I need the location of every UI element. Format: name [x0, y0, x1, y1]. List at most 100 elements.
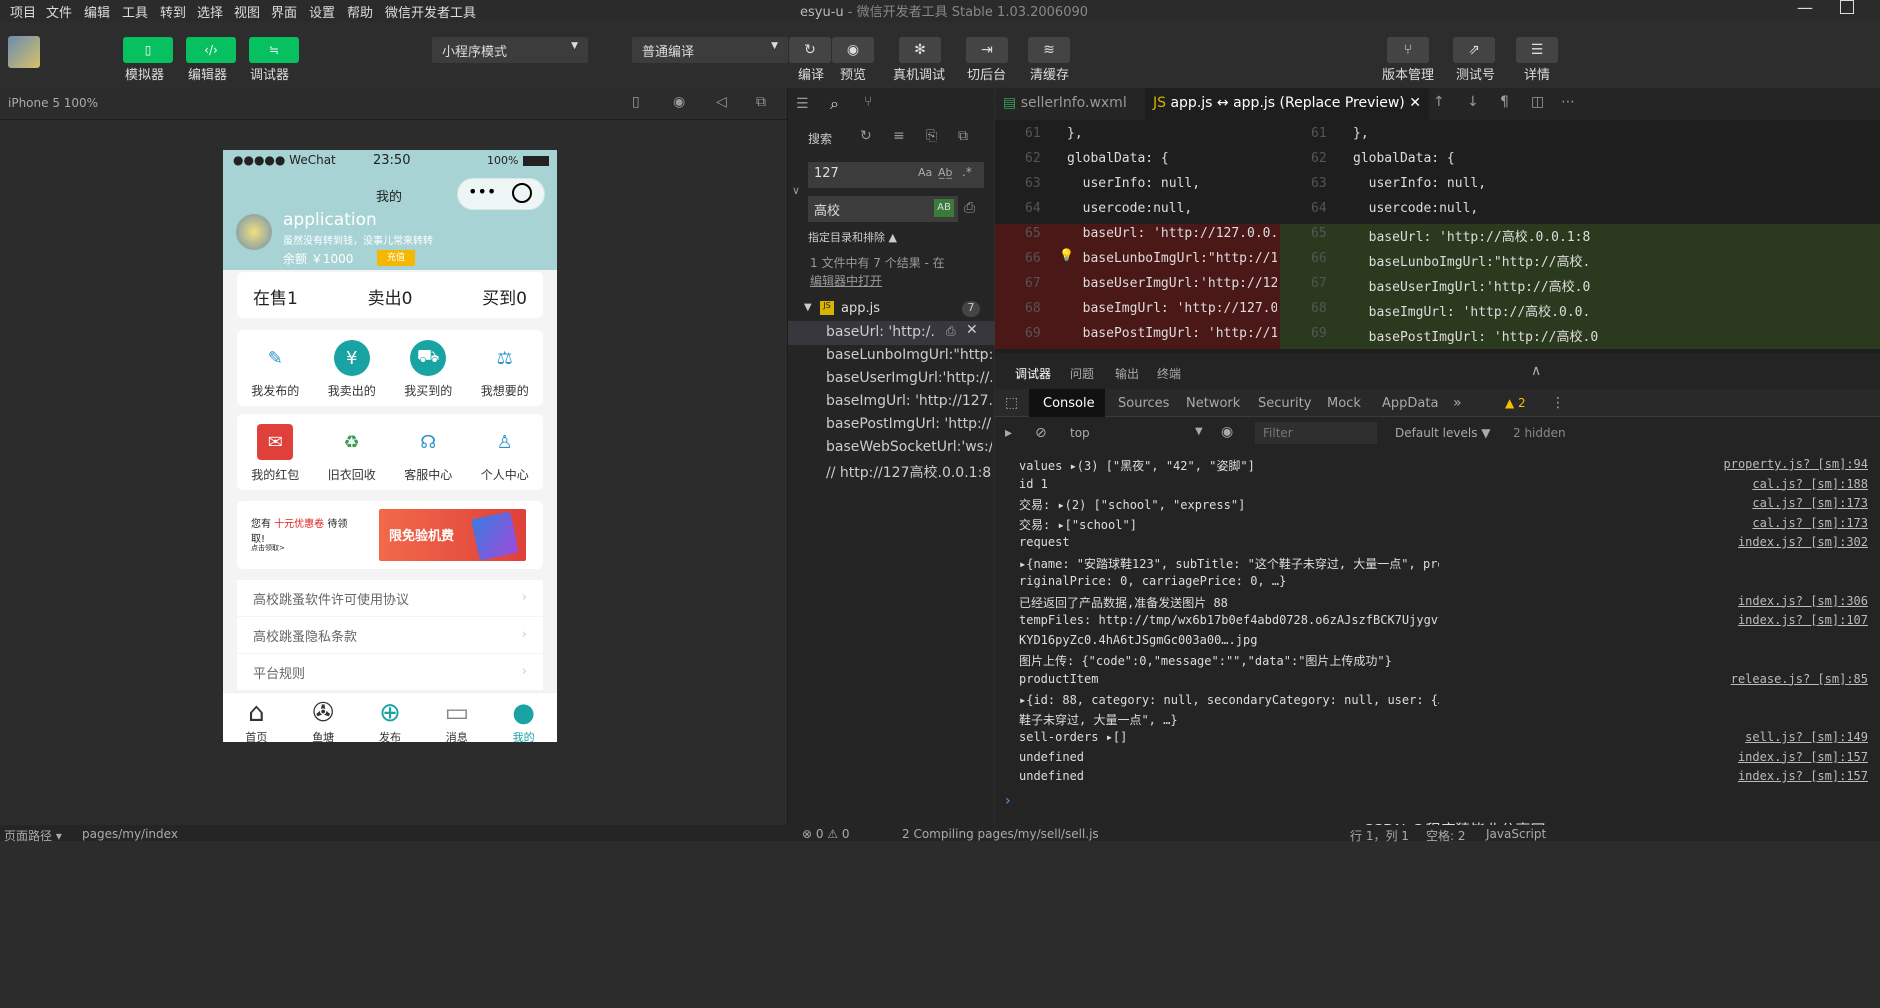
clear-cache-button[interactable]: ≋	[1028, 37, 1070, 63]
tab-debugger[interactable]: 调试器	[1015, 365, 1051, 382]
console-message[interactable]: undefined	[1019, 769, 1439, 783]
console-message[interactable]: productItem	[1019, 672, 1439, 686]
code-line[interactable]: userInfo: null,	[1067, 176, 1277, 191]
code-line[interactable]: usercode:null,	[1353, 201, 1878, 216]
console-source-link[interactable]: sell.js? [sm]:149	[1745, 730, 1868, 744]
tab-sources[interactable]: Sources	[1118, 396, 1169, 411]
tab-terminal[interactable]: 终端	[1157, 365, 1181, 382]
avatar[interactable]	[8, 36, 40, 68]
inspect-icon[interactable]: ⬚	[1005, 395, 1018, 411]
minimize-icon[interactable]: —	[1797, 0, 1813, 17]
code-line[interactable]: basePostImgUrl: 'http://127.0	[1067, 326, 1277, 341]
phone-outline-icon[interactable]: ▯	[632, 94, 640, 110]
console-source-link[interactable]: property.js? [sm]:94	[1724, 457, 1869, 471]
more-actions-icon[interactable]: ⋯	[1561, 94, 1575, 110]
link-privacy[interactable]: 高校跳蚤隐私条款 ›	[237, 617, 543, 653]
list-icon[interactable]: ☰	[796, 96, 809, 112]
menu-tools[interactable]: 工具	[122, 2, 148, 21]
include-exclude-toggle[interactable]: 指定目录和排除 ▲	[808, 229, 897, 245]
preview-button[interactable]: ◉	[832, 37, 874, 63]
real-debug-button[interactable]: ✻	[899, 37, 941, 63]
code-line[interactable]: baseImgUrl: 'http://高校.0.0.	[1353, 301, 1878, 320]
code-line[interactable]: userInfo: null,	[1353, 176, 1878, 191]
search-result[interactable]: baseUserImgUrl:'http://...	[826, 370, 992, 386]
console-source-link[interactable]: index.js? [sm]:107	[1738, 613, 1868, 627]
console-message[interactable]: 图片上传: {"code":0,"message":"","data":"图片上…	[1019, 652, 1439, 669]
close-miniprogram-icon[interactable]	[512, 183, 532, 203]
console-message[interactable]: 鞋子未穿过, 大量一点", …}	[1019, 711, 1439, 728]
recharge-button[interactable]: 充值	[377, 250, 415, 266]
device-select[interactable]: iPhone 5 100%	[8, 96, 98, 110]
search-result[interactable]: baseUrl: 'http:/...	[826, 324, 936, 340]
language-mode[interactable]: JavaScript	[1486, 827, 1546, 841]
menu-view[interactable]: 视图	[234, 2, 260, 21]
simulator-button[interactable]: ▯	[123, 37, 173, 63]
console-source-link[interactable]: index.js? [sm]:306	[1738, 594, 1868, 608]
eye-icon[interactable]: ◉	[1221, 424, 1233, 440]
collapse-all-icon[interactable]: ⧉	[958, 128, 968, 144]
console-source-link[interactable]: cal.js? [sm]:173	[1752, 496, 1868, 510]
bought-stat[interactable]: 买到0	[482, 284, 527, 309]
chevron-down-icon[interactable]: ▼	[804, 302, 812, 313]
clear-console-icon[interactable]: ⊘	[1035, 425, 1047, 441]
lightbulb-icon[interactable]: 💡	[1059, 248, 1074, 262]
chevron-down-icon[interactable]: ∨	[792, 184, 800, 197]
console-source-link[interactable]: index.js? [sm]:157	[1738, 769, 1868, 783]
code-line[interactable]: baseImgUrl: 'http://127.0.0.1	[1067, 301, 1277, 316]
tab-pond[interactable]: ✇ 鱼塘	[293, 693, 353, 742]
tab-sellerinfo[interactable]: ▤ sellerInfo.wxml	[995, 88, 1135, 128]
search-result[interactable]: baseLunboImgUrl:"http:...	[826, 347, 992, 363]
popout-icon[interactable]: ⧉	[756, 94, 766, 110]
menu-wechat-devtools[interactable]: 微信开发者工具	[385, 2, 476, 21]
menu-goto[interactable]: 转到	[160, 2, 186, 21]
preserve-case-icon[interactable]: AB	[934, 199, 954, 217]
dismiss-icon[interactable]: ✕	[966, 322, 978, 338]
code-line[interactable]: baseLunboImgUrl:"http://高校.	[1353, 251, 1878, 270]
console-message[interactable]: values ▸(3) ["黑夜", "42", "姿脚"]	[1019, 457, 1439, 474]
levels-select[interactable]: Default levels ▼	[1395, 426, 1491, 440]
console-source-link[interactable]: index.js? [sm]:157	[1738, 750, 1868, 764]
refresh-icon[interactable]: ↻	[860, 128, 872, 144]
version-button[interactable]: ⑂	[1387, 37, 1429, 63]
more-icon[interactable]: •••	[468, 182, 496, 201]
replace-input[interactable]: 高校 AB	[808, 196, 958, 222]
cursor-position[interactable]: 行 1，列 1	[1350, 827, 1409, 844]
console-prompt[interactable]: ›	[1005, 793, 1011, 809]
more-tabs-icon[interactable]: »	[1453, 395, 1462, 411]
replace-all-icon[interactable]: ⎙	[964, 200, 975, 216]
replace-one-icon[interactable]: ⎙	[946, 324, 956, 339]
regex-icon[interactable]: .*	[962, 165, 972, 179]
my-published[interactable]: ✎ 我发布的	[237, 340, 314, 399]
mode-select[interactable]: 小程序模式 ▼	[432, 37, 588, 63]
sidebar-toggle-icon[interactable]: ▸	[1005, 425, 1012, 441]
record-icon[interactable]: ◉	[673, 94, 685, 110]
split-editor-icon[interactable]: ◫	[1531, 94, 1544, 110]
arrow-up-icon[interactable]: ↑	[1433, 94, 1445, 110]
console-message[interactable]: ▸{name: "安踏球鞋123", subTitle: "这个鞋子未穿过, 大…	[1019, 555, 1439, 572]
menu-project[interactable]: 项目	[10, 2, 36, 21]
console-source-link[interactable]: cal.js? [sm]:188	[1752, 477, 1868, 491]
coupon-sub[interactable]: 点击领取>	[251, 543, 285, 553]
branch-icon[interactable]: ⑂	[864, 94, 872, 110]
customer-service[interactable]: ☊ 客服中心	[390, 424, 467, 483]
code-line[interactable]: baseUserImgUrl:'http://127.0.	[1067, 276, 1277, 291]
error-warning-count[interactable]: ⊗ 0 ⚠ 0	[802, 827, 850, 841]
match-case-icon[interactable]: Aa	[918, 166, 932, 179]
tab-home[interactable]: ⌂ 首页	[226, 693, 286, 742]
new-search-icon[interactable]: ⎘	[926, 128, 937, 144]
background-button[interactable]: ⇥	[966, 37, 1008, 63]
search-result[interactable]: basePostImgUrl: 'http://...	[826, 416, 992, 432]
console-message[interactable]: 交易: ▸(2) ["school", "express"]	[1019, 496, 1439, 513]
tab-appdata[interactable]: AppData	[1382, 396, 1438, 411]
tab-console[interactable]: Console	[1043, 396, 1095, 411]
code-line[interactable]: globalData: {	[1067, 151, 1277, 166]
link-license[interactable]: 高校跳蚤软件许可使用协议 ›	[237, 580, 543, 616]
menu-select[interactable]: 选择	[197, 2, 223, 21]
pilcrow-icon[interactable]: ¶	[1500, 94, 1509, 110]
my-wanted[interactable]: ⚖ 我想要的	[467, 340, 544, 399]
tab-security[interactable]: Security	[1258, 396, 1311, 411]
page-path-toggle[interactable]: 页面路径 ▾	[4, 827, 62, 844]
console-message[interactable]: riginalPrice: 0, carriagePrice: 0, …}	[1019, 574, 1439, 588]
search-icon[interactable]: ⌕	[830, 94, 839, 114]
menu-help[interactable]: 帮助	[347, 2, 373, 21]
